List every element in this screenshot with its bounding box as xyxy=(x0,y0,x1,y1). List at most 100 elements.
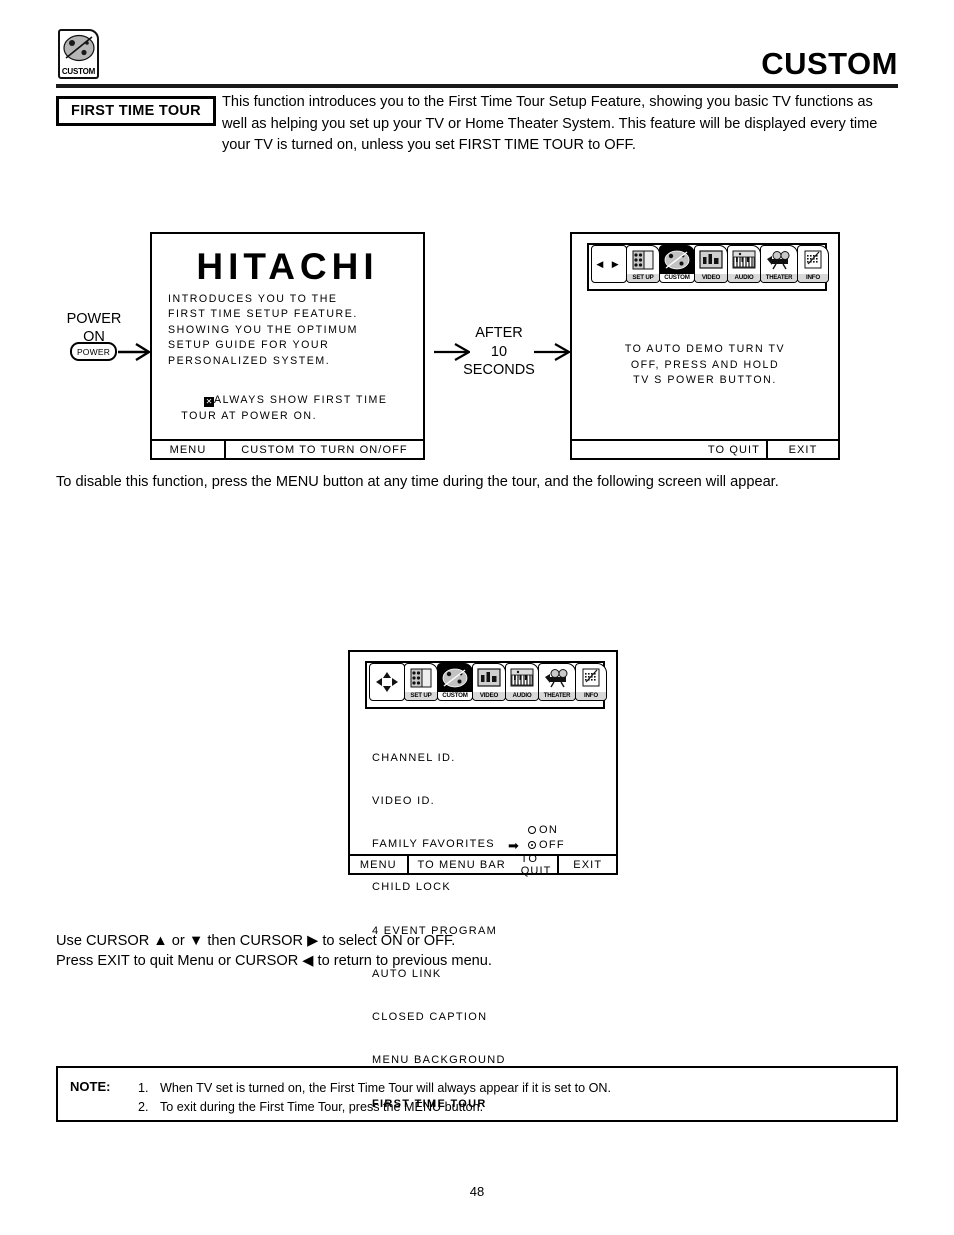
tv-screen-custom-menu: SET UP CUSTOM VIDEO AUDIO THEATER INFO C… xyxy=(348,650,618,1110)
note-label: NOTE: xyxy=(70,1079,111,1094)
menu-item-closed-caption[interactable]: CLOSED CAPTION xyxy=(372,1010,506,1024)
tab-audio-label-2: AUDIO xyxy=(506,691,538,700)
tab-setup[interactable]: SET UP xyxy=(626,245,660,283)
footer-to-quit-2: TO QUIT xyxy=(520,852,552,877)
power-label-line1: POWER xyxy=(66,311,122,327)
nav-cursor-tab[interactable] xyxy=(369,663,405,701)
tv-screen-first-time-tour: HITACHI INTRODUCES YOU TO THE FIRST TIME… xyxy=(150,232,425,460)
tab-audio-label: AUDIO xyxy=(728,273,760,282)
power-button-label: POWER xyxy=(76,346,111,357)
usage-line-1: Use CURSOR ▲ or ▼ then CURSOR ▶ to selec… xyxy=(56,933,456,949)
osd-intro-text: INTRODUCES YOU TO THE FIRST TIME SETUP F… xyxy=(168,293,359,367)
info-icon xyxy=(576,664,606,692)
logo-label: CUSTOM xyxy=(61,67,96,76)
selection-cursor-icon: ➡ xyxy=(508,838,519,853)
menu-item-channel-id[interactable]: CHANNEL ID. xyxy=(372,751,506,765)
disable-paragraph: To disable this function, press the MENU… xyxy=(56,474,779,490)
option-on[interactable]: ON xyxy=(528,824,558,836)
footer-menu-button-2[interactable]: MENU xyxy=(350,856,407,873)
note-item-number: 2. xyxy=(138,1100,149,1114)
arrow-delay-to-screen2 xyxy=(534,343,572,361)
screen2-footer: TO QUIT EXIT xyxy=(572,439,838,458)
tab-audio-2[interactable]: AUDIO xyxy=(505,663,539,701)
nav-arrows-tab[interactable]: ◀ ▶ xyxy=(591,245,627,283)
audio-icon xyxy=(506,664,538,692)
tab-info-label: INFO xyxy=(798,273,828,282)
tab-setup-label-2: SET UP xyxy=(405,691,437,700)
delay-line3: SECONDS xyxy=(463,362,535,378)
tab-video[interactable]: VIDEO xyxy=(694,245,728,283)
tab-info-2[interactable]: INFO xyxy=(575,663,607,701)
option-on-label: ON xyxy=(539,824,559,836)
osd-menu-bar: ◀ ▶ SET UP CUSTOM VIDEO AUDIO THEATER IN… xyxy=(587,243,829,291)
video-icon xyxy=(695,246,727,274)
tab-video-label: VIDEO xyxy=(695,273,727,282)
checkbox-label: ALWAYS SHOW FIRST TIME TOUR AT POWER ON. xyxy=(181,394,388,422)
usage-line-2: Press EXIT to quit Menu or CURSOR ◀ to r… xyxy=(56,952,492,969)
note-item-number: 1. xyxy=(138,1081,149,1095)
delay-line2: 10 xyxy=(490,343,508,360)
note-item-list: 1. When TV set is turned on, the First Ti… xyxy=(138,1079,611,1117)
menu-item-child-lock[interactable]: CHILD LOCK xyxy=(372,880,506,894)
option-off[interactable]: OFF xyxy=(528,839,565,851)
setup-icon xyxy=(405,664,437,692)
custom-menu-footer: MENU TO MENU BAR TO QUIT EXIT xyxy=(350,852,616,877)
tab-video-2[interactable]: VIDEO xyxy=(472,663,506,701)
theater-icon xyxy=(539,664,575,692)
tab-theater-2[interactable]: THEATER xyxy=(538,663,576,701)
info-icon xyxy=(798,246,828,274)
arrow-power-to-screen1 xyxy=(118,342,152,362)
transition-delay-label: AFTER 10 SECONDS xyxy=(462,324,536,380)
menu-item-family-favorites[interactable]: FAMILY FAVORITES xyxy=(372,837,506,851)
tv-screen-auto-demo: ◀ ▶ SET UP CUSTOM VIDEO AUDIO THEATER IN… xyxy=(570,232,840,460)
setup-icon xyxy=(627,246,659,274)
tab-audio[interactable]: AUDIO xyxy=(727,245,761,283)
video-icon xyxy=(473,664,505,692)
note-box: NOTE: 1. When TV set is turned on, the Fi… xyxy=(56,1066,898,1122)
intro-paragraph: This function introduces you to the Firs… xyxy=(222,94,878,153)
palette-icon xyxy=(63,34,96,62)
power-button[interactable]: POWER xyxy=(70,342,117,361)
footer-exit-button-2[interactable]: EXIT xyxy=(557,856,616,873)
note-item: 2. To exit during the First Time Tour, pr… xyxy=(138,1098,611,1117)
option-off-label: OFF xyxy=(539,839,565,851)
manual-page: CUSTOM CUSTOM FIRST TIME TOUR This funct… xyxy=(0,0,954,1235)
tab-video-label-2: VIDEO xyxy=(473,691,505,700)
tab-info[interactable]: INFO xyxy=(797,245,829,283)
left-right-arrows-icon: ◀ ▶ xyxy=(596,258,622,269)
note-item-text: To exit during the First Time Tour, pres… xyxy=(160,1100,484,1114)
palette-icon xyxy=(660,246,694,274)
feature-badge: FIRST TIME TOUR xyxy=(56,96,216,126)
always-show-checkbox-row: ✕ ALWAYS SHOW FIRST TIME TOUR AT POWER ON… xyxy=(168,378,388,440)
custom-section-logo: CUSTOM xyxy=(58,29,99,79)
osd-menu-bar-2: SET UP CUSTOM VIDEO AUDIO THEATER INFO xyxy=(365,661,607,709)
tab-custom-label-2: CUSTOM xyxy=(438,691,472,700)
usage-instructions: Use CURSOR ▲ or ▼ then CURSOR ▶ to selec… xyxy=(56,932,492,971)
power-on-label: POWER ON xyxy=(60,310,128,346)
tab-theater[interactable]: THEATER xyxy=(760,245,798,283)
footer-to-menu-bar: TO MENU BAR xyxy=(406,856,515,873)
osd-auto-demo-text: TO AUTO DEMO TURN TV OFF, PRESS AND HOLD… xyxy=(624,343,786,387)
radio-off-selected-icon xyxy=(528,841,536,849)
delay-line1: AFTER xyxy=(475,325,523,341)
note-item-text: When TV set is turned on, the First Time… xyxy=(160,1081,611,1095)
tab-setup-2[interactable]: SET UP xyxy=(404,663,438,701)
menu-item-video-id[interactable]: VIDEO ID. xyxy=(372,794,506,808)
note-item: 1. When TV set is turned on, the First Ti… xyxy=(138,1079,611,1098)
footer-exit-button[interactable]: EXIT xyxy=(766,441,838,458)
tab-theater-label: THEATER xyxy=(761,274,797,282)
checkbox-checked-icon[interactable]: ✕ xyxy=(203,397,214,408)
hitachi-brand: HITACHI xyxy=(196,246,379,287)
footer-menu-button[interactable]: MENU xyxy=(152,441,224,458)
theater-icon xyxy=(761,246,797,274)
tab-custom[interactable]: CUSTOM xyxy=(659,245,695,283)
tab-custom-2[interactable]: CUSTOM xyxy=(437,663,473,701)
tab-setup-label: SET UP xyxy=(627,273,659,282)
4-way-cursor-icon xyxy=(370,664,404,700)
tab-custom-label: CUSTOM xyxy=(660,273,694,282)
palette-icon xyxy=(438,664,472,692)
page-number: 48 xyxy=(469,1184,485,1199)
screen1-footer: MENU CUSTOM TO TURN ON/OFF xyxy=(152,439,423,458)
feature-badge-label: FIRST TIME TOUR xyxy=(71,103,201,119)
page-title: CUSTOM xyxy=(761,46,898,81)
